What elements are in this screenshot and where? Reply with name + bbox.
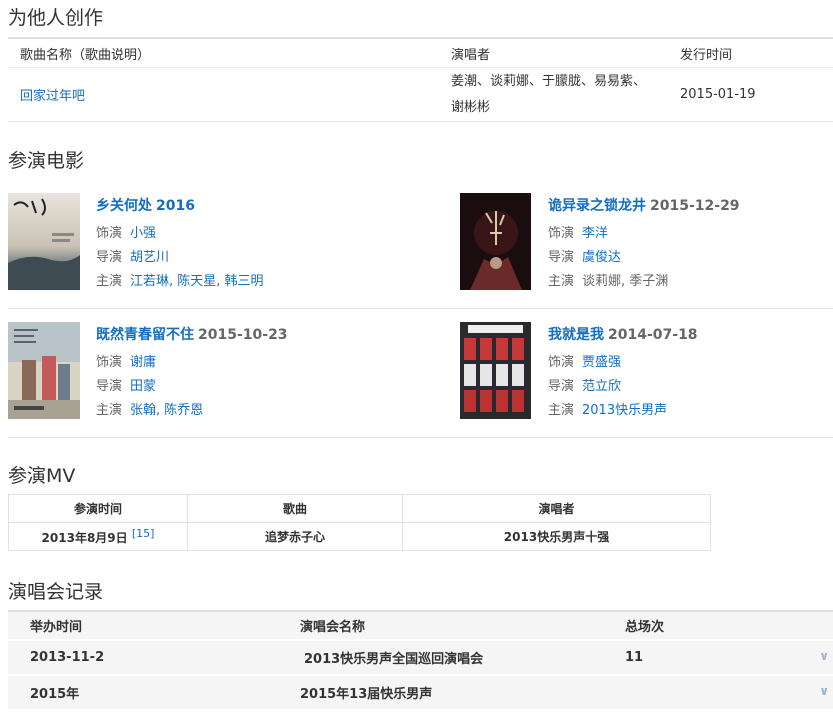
concert-row[interactable]: 2015年 2015年13届快乐男声 ∨ [8, 674, 833, 709]
concert-date: 2013-11-2 [8, 639, 300, 675]
mv-table: 参演时间 歌曲 演唱者 2013年8月9日 [15] 追梦赤子心 2013快乐男… [8, 494, 711, 551]
concert-name: 2015年13届快乐男声 [300, 674, 625, 709]
cast-links[interactable]: 2013快乐男声 [582, 403, 667, 418]
concert-name: 2013快乐男声全国巡回演唱会 [300, 639, 625, 675]
role-link[interactable]: 贾盛强 [582, 355, 621, 370]
section-title-compose: 为他人创作 [8, 7, 104, 29]
header-singer: 演唱者 [451, 37, 680, 68]
film-date: 2015-12-29 [650, 198, 740, 214]
header-concert-name: 演唱会名称 [300, 610, 625, 640]
role-link[interactable]: 小强 [130, 226, 156, 241]
header-release-date: 发行时间 [680, 37, 833, 68]
mv-date: 2013年8月9日 [41, 531, 128, 545]
cast-label: 主演 [548, 274, 575, 289]
role-label: 饰演 [96, 226, 123, 241]
chevron-down-icon[interactable]: ∨ [819, 684, 829, 698]
film-title-link[interactable]: 我就是我 [548, 327, 604, 343]
section-title-concert: 演唱会记录 [8, 581, 104, 603]
cast-links[interactable]: 张翰, 陈乔恩 [130, 403, 203, 418]
section-title-mv: 参演MV [8, 465, 76, 487]
header-concert-count: 总场次 [625, 610, 833, 640]
chevron-down-icon[interactable]: ∨ [819, 649, 829, 663]
film-card: 乡关何处 2016 饰演 小强 导演 胡艺川 主演 江若琳, 陈天星, 韩三明 [8, 193, 368, 293]
film-card: 我就是我 2014-07-18 饰演 贾盛强 导演 范立欣 主演 2013快乐男声 [460, 322, 820, 422]
citation-link[interactable]: [15] [132, 527, 155, 540]
cast-label: 主演 [96, 403, 123, 418]
mv-song: 追梦赤子心 [187, 522, 403, 551]
release-date: 2015-01-19 [680, 67, 833, 122]
concert-row[interactable]: 2013-11-2 2013快乐男声全国巡回演唱会 11 ∨ [8, 639, 833, 675]
cast-label: 主演 [548, 403, 575, 418]
table-row: 回家过年吧 姜潮、谈莉娜、于朦胧、易易紫、 谢彬彬 2015-01-19 [8, 67, 833, 122]
section-title-films: 参演电影 [8, 150, 85, 172]
director-label: 导演 [96, 379, 123, 394]
header-mv-date: 参演时间 [8, 494, 188, 523]
films-section-divider [8, 437, 833, 438]
film-poster[interactable] [8, 193, 80, 290]
header-mv-singer: 演唱者 [402, 494, 711, 523]
mv-singer: 2013快乐男声十强 [402, 522, 711, 551]
cast-links[interactable]: 江若琳, 陈天星, 韩三明 [130, 274, 264, 289]
singers-line-1: 姜潮、谈莉娜、于朦胧、易易紫、 [451, 73, 647, 89]
singers-line-2: 谢彬彬 [451, 99, 491, 115]
compose-table: 歌曲名称（歌曲说明） 演唱者 发行时间 回家过年吧 姜潮、谈莉娜、于朦胧、易易紫… [8, 37, 833, 122]
director-label: 导演 [548, 250, 575, 265]
director-label: 导演 [96, 250, 123, 265]
film-date: 2015-10-23 [198, 327, 288, 343]
film-row-divider [8, 308, 833, 309]
film-title-link[interactable]: 既然青春留不住 [96, 327, 194, 343]
film-title-link[interactable]: 乡关何处 [96, 198, 152, 214]
song-link[interactable]: 回家过年吧 [20, 89, 85, 104]
director-link[interactable]: 胡艺川 [130, 250, 169, 265]
film-title-link[interactable]: 诡异录之锁龙井 [548, 198, 646, 214]
film-card: 既然青春留不住 2015-10-23 饰演 谢庸 导演 田蒙 主演 张翰, 陈乔恩 [8, 322, 368, 422]
cast-names: 谈莉娜, 季子渊 [582, 274, 669, 289]
header-song: 歌曲名称（歌曲说明） [8, 37, 451, 68]
header-concert-date: 举办时间 [8, 610, 300, 640]
concert-table: 举办时间 演唱会名称 总场次 2013-11-2 2013快乐男声全国巡回演唱会… [8, 610, 833, 709]
film-poster[interactable] [8, 322, 80, 419]
table-row: 2013年8月9日 [15] 追梦赤子心 2013快乐男声十强 [8, 522, 711, 551]
film-card: 诡异录之锁龙井 2015-12-29 饰演 李洋 导演 虞俊达 主演 谈莉娜, 季子渊 [460, 193, 820, 293]
header-mv-song: 歌曲 [187, 494, 403, 523]
role-label: 饰演 [548, 355, 575, 370]
role-label: 饰演 [96, 355, 123, 370]
role-label: 饰演 [548, 226, 575, 241]
director-link[interactable]: 虞俊达 [582, 250, 621, 265]
concert-count: 11 [625, 650, 644, 665]
role-link[interactable]: 李洋 [582, 226, 608, 241]
concert-date: 2015年 [8, 674, 300, 709]
film-date: 2016 [156, 198, 195, 214]
cast-label: 主演 [96, 274, 123, 289]
director-link[interactable]: 田蒙 [130, 379, 156, 394]
film-date: 2014-07-18 [608, 327, 698, 343]
film-poster[interactable] [460, 322, 531, 419]
role-link[interactable]: 谢庸 [130, 355, 156, 370]
film-poster[interactable] [460, 193, 531, 290]
director-label: 导演 [548, 379, 575, 394]
director-link[interactable]: 范立欣 [582, 379, 621, 394]
